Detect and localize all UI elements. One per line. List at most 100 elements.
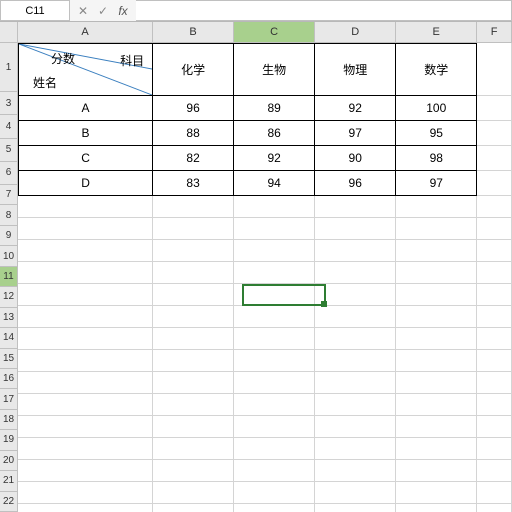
cell-B16[interactable]	[153, 394, 234, 416]
cell-F1[interactable]	[477, 43, 512, 96]
cell-D12[interactable]	[315, 306, 396, 328]
cell-A10[interactable]	[18, 262, 153, 284]
cell-C11[interactable]	[234, 284, 315, 306]
cell-C9[interactable]	[234, 240, 315, 262]
cell-C16[interactable]	[234, 394, 315, 416]
cell-D13[interactable]	[315, 328, 396, 350]
cell-A9[interactable]	[18, 240, 153, 262]
cell-E12[interactable]	[396, 306, 477, 328]
cell-B14[interactable]	[153, 350, 234, 372]
cell-F12[interactable]	[477, 306, 512, 328]
cell-F17[interactable]	[477, 416, 512, 438]
cell-D8[interactable]	[315, 218, 396, 240]
subject-header-2[interactable]: 物理	[315, 43, 396, 96]
row-header-7[interactable]: 7	[0, 185, 18, 205]
cell-F9[interactable]	[477, 240, 512, 262]
cell-B12[interactable]	[153, 306, 234, 328]
cell-A16[interactable]	[18, 394, 153, 416]
subject-header-3[interactable]: 数学	[396, 43, 477, 96]
cell-D16[interactable]	[315, 394, 396, 416]
cell-B17[interactable]	[153, 416, 234, 438]
score-cell[interactable]: 92	[315, 96, 396, 121]
cell-F18[interactable]	[477, 438, 512, 460]
student-name-2[interactable]: C	[18, 146, 153, 171]
col-header-C[interactable]: C	[234, 22, 315, 43]
cell-C19[interactable]	[234, 460, 315, 482]
cell-A14[interactable]	[18, 350, 153, 372]
cell-C18[interactable]	[234, 438, 315, 460]
row-header-21[interactable]: 21	[0, 471, 18, 491]
cell-B19[interactable]	[153, 460, 234, 482]
cell-A13[interactable]	[18, 328, 153, 350]
row-header-5[interactable]: 5	[0, 139, 18, 162]
row-header-16[interactable]: 16	[0, 369, 18, 389]
cell-E10[interactable]	[396, 262, 477, 284]
cell-E18[interactable]	[396, 438, 477, 460]
cell-F8[interactable]	[477, 218, 512, 240]
formula-input[interactable]	[136, 0, 512, 21]
cell-F15[interactable]	[477, 372, 512, 394]
cell-D17[interactable]	[315, 416, 396, 438]
cell-C13[interactable]	[234, 328, 315, 350]
cell-B11[interactable]	[153, 284, 234, 306]
row-header-17[interactable]: 17	[0, 389, 18, 409]
cell-C21[interactable]	[234, 504, 315, 512]
cell-E20[interactable]	[396, 482, 477, 504]
cell-E21[interactable]	[396, 504, 477, 512]
cell-blank[interactable]	[477, 96, 512, 121]
cell-F10[interactable]	[477, 262, 512, 284]
cell-E15[interactable]	[396, 372, 477, 394]
cell-blank[interactable]	[477, 121, 512, 146]
cell-D14[interactable]	[315, 350, 396, 372]
score-cell[interactable]: 83	[153, 171, 234, 196]
cell-D21[interactable]	[315, 504, 396, 512]
cell-E7[interactable]	[396, 196, 477, 218]
cell-D20[interactable]	[315, 482, 396, 504]
col-header-A[interactable]: A	[18, 22, 153, 43]
cell-E8[interactable]	[396, 218, 477, 240]
cell-F20[interactable]	[477, 482, 512, 504]
cell-D15[interactable]	[315, 372, 396, 394]
cell-A15[interactable]	[18, 372, 153, 394]
col-header-D[interactable]: D	[315, 22, 396, 43]
diag-corner-cell[interactable]: 分数 科目 姓名	[18, 43, 153, 96]
cell-D18[interactable]	[315, 438, 396, 460]
cell-B9[interactable]	[153, 240, 234, 262]
cell-A12[interactable]	[18, 306, 153, 328]
row-header-10[interactable]: 10	[0, 246, 18, 266]
cell-A21[interactable]	[18, 504, 153, 512]
fx-icon[interactable]: fx	[114, 2, 132, 20]
cell-C15[interactable]	[234, 372, 315, 394]
cell-C8[interactable]	[234, 218, 315, 240]
cell-E11[interactable]	[396, 284, 477, 306]
row-header-13[interactable]: 13	[0, 308, 18, 328]
subject-header-0[interactable]: 化学	[153, 43, 234, 96]
cell-E13[interactable]	[396, 328, 477, 350]
cell-B18[interactable]	[153, 438, 234, 460]
student-name-1[interactable]: B	[18, 121, 153, 146]
cell-E9[interactable]	[396, 240, 477, 262]
select-all-corner[interactable]	[0, 22, 18, 43]
score-cell[interactable]: 100	[396, 96, 477, 121]
row-header-8[interactable]: 8	[0, 205, 18, 225]
score-cell[interactable]: 88	[153, 121, 234, 146]
score-cell[interactable]: 90	[315, 146, 396, 171]
score-cell[interactable]: 92	[234, 146, 315, 171]
cell-F16[interactable]	[477, 394, 512, 416]
cell-C7[interactable]	[234, 196, 315, 218]
row-header-4[interactable]: 4	[0, 115, 18, 138]
score-cell[interactable]: 97	[396, 171, 477, 196]
cell-B20[interactable]	[153, 482, 234, 504]
subject-header-1[interactable]: 生物	[234, 43, 315, 96]
confirm-icon[interactable]: ✓	[94, 2, 112, 20]
cell-C17[interactable]	[234, 416, 315, 438]
row-header-20[interactable]: 20	[0, 451, 18, 471]
cell-B10[interactable]	[153, 262, 234, 284]
row-header-11[interactable]: 11	[0, 267, 18, 287]
cell-A7[interactable]	[18, 196, 153, 218]
cell-B8[interactable]	[153, 218, 234, 240]
cell-D7[interactable]	[315, 196, 396, 218]
row-header-1-2[interactable]: 1	[0, 43, 18, 92]
row-header-12[interactable]: 12	[0, 287, 18, 307]
name-box[interactable]: C11	[0, 0, 70, 21]
